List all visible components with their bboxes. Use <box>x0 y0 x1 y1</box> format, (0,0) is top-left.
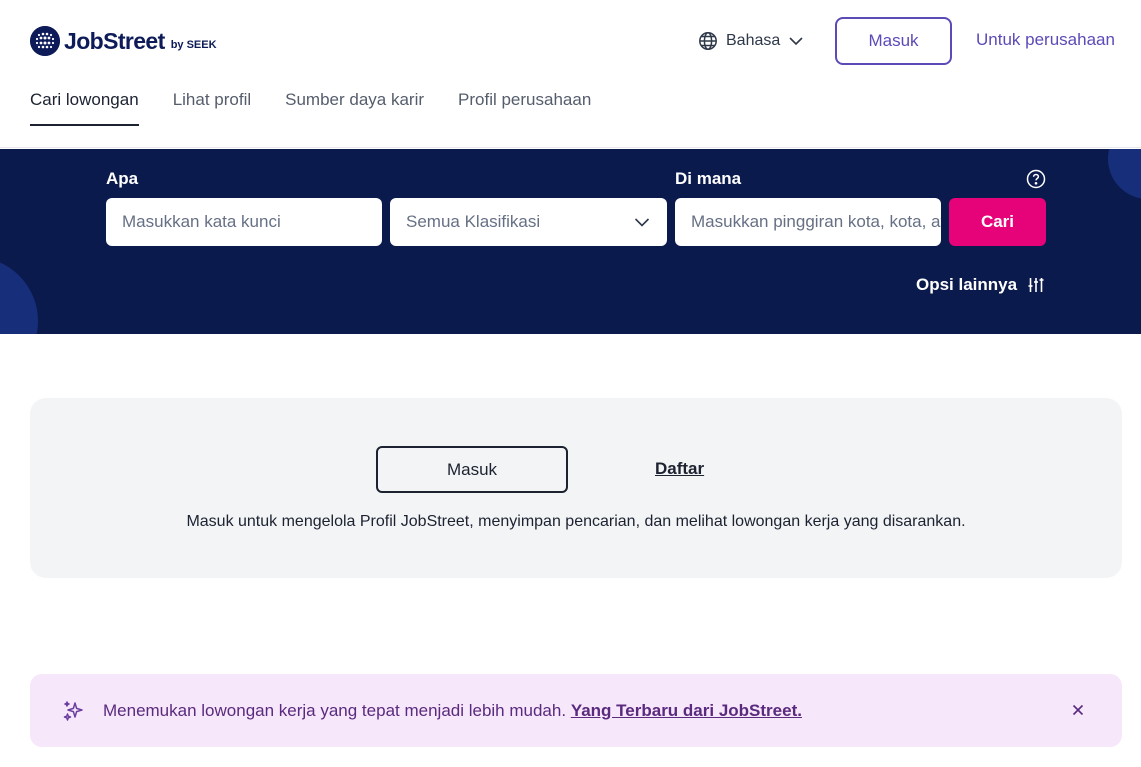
signin-description: Masuk untuk mengelola Profil JobStreet, … <box>186 513 966 530</box>
banner-text: Menemukan lowongan kerja yang tepat menj… <box>103 701 567 720</box>
promo-banner: Menemukan lowongan kerja yang tepat menj… <box>30 674 1122 747</box>
signin-card: Masuk Daftar Masuk untuk mengelola Profi… <box>30 398 1122 578</box>
tab-company-profiles[interactable]: Profil perusahaan <box>458 90 591 126</box>
tab-career-resources[interactable]: Sumber daya karir <box>285 90 424 126</box>
language-selector[interactable]: Bahasa <box>698 30 804 52</box>
close-banner-button[interactable] <box>1068 700 1088 720</box>
globe-icon <box>699 32 717 50</box>
where-label: Di mana <box>675 169 742 188</box>
header-login-button[interactable]: Masuk <box>835 17 952 65</box>
location-input[interactable] <box>675 198 941 246</box>
more-options-button[interactable]: Opsi lainnya <box>916 275 1045 295</box>
banner-link[interactable]: Yang Terbaru dari JobStreet. <box>571 701 802 720</box>
more-options-label: Opsi lainnya <box>916 275 1018 294</box>
tab-job-search[interactable]: Cari lowongan <box>30 90 139 126</box>
register-link[interactable]: Daftar <box>655 459 704 479</box>
jobstreet-logo[interactable]: JobStreet by SEEK <box>30 26 217 56</box>
close-icon <box>1072 704 1084 716</box>
jobstreet-globe-icon <box>30 26 60 56</box>
language-label: Bahasa <box>726 32 781 49</box>
question-circle-icon[interactable] <box>1026 169 1046 189</box>
employer-link[interactable]: Untuk perusahaan <box>976 30 1115 50</box>
classification-select[interactable]: Semua Klasifikasi <box>390 198 667 246</box>
classification-value: Semua Klasifikasi <box>406 212 541 231</box>
site-header: JobStreet by SEEK Bahasa Masuk Untuk per… <box>0 0 1141 148</box>
decorative-circle <box>1108 149 1141 199</box>
chevron-down-icon <box>789 37 803 46</box>
chevron-down-icon <box>634 218 650 227</box>
logo-wordmark: JobStreet <box>64 27 165 54</box>
search-hero: Apa Di mana Semua Klasifikasi Cari Opsi … <box>0 149 1141 334</box>
keyword-input[interactable] <box>106 198 382 246</box>
sliders-icon <box>1028 278 1044 292</box>
logo-byline: by SEEK <box>170 39 217 51</box>
search-button[interactable]: Cari <box>949 198 1046 246</box>
tab-view-profile[interactable]: Lihat profil <box>173 90 251 126</box>
what-label: Apa <box>106 169 139 188</box>
decorative-circle <box>0 257 38 334</box>
main-nav-tabs: Cari lowongan Lihat profil Sumber daya k… <box>30 90 625 126</box>
banner-message: Menemukan lowongan kerja yang tepat menj… <box>103 701 802 721</box>
sparkle-icon <box>63 701 83 721</box>
card-login-button[interactable]: Masuk <box>376 446 568 493</box>
